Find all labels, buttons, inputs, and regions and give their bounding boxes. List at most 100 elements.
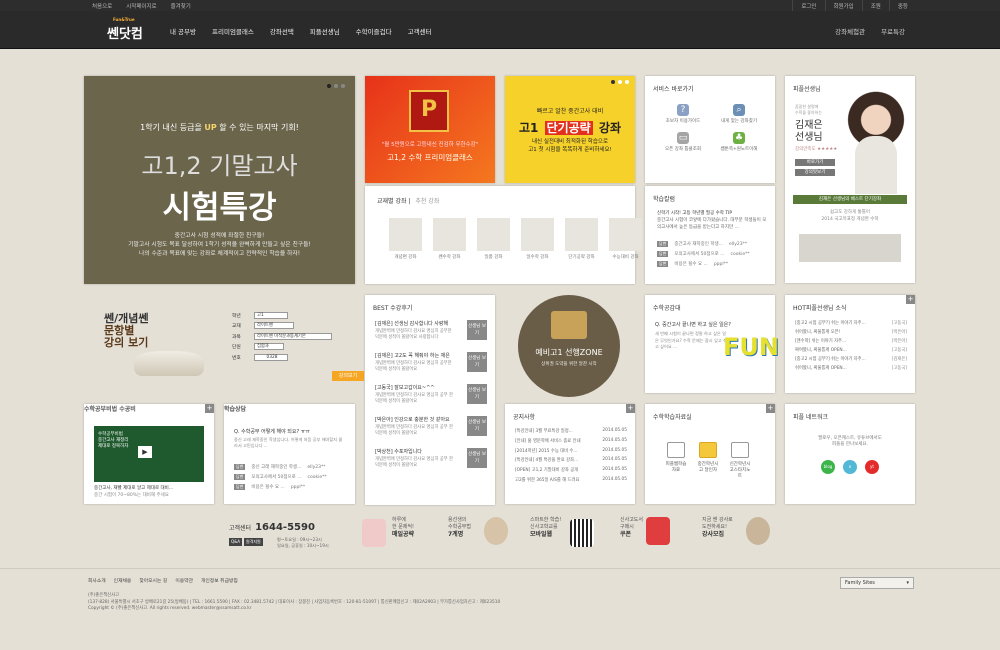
- blog-icon[interactable]: blog: [821, 460, 835, 474]
- preview-zone-banner[interactable]: 예비고1 선행ZONE 상위권 도약을 위한 알찬 시작: [505, 295, 635, 402]
- list-item[interactable]: 답변 비용은 될수 요 ... pppl**: [657, 261, 769, 267]
- review-item[interactable]: [김재은] 선생님 감사합니다 사랑해 개념완벽에 만정하다 감사요 명심히 공부…: [375, 320, 487, 346]
- banner-daily[interactable]: 하루에 한 문제씩! 매일공략: [362, 517, 414, 547]
- list-item[interactable]: [안내] 홈 영문학에 서비스 종료 안내 2014.05.05: [515, 438, 627, 444]
- review-item[interactable]: [김재은] 고2도 꼭 해줘야 하는 재은 개념완벽에 만정하다 감사요 명심히 …: [375, 352, 487, 378]
- list-item[interactable]: [특강안내] 4월 특강을 완료 강좌... 2014.05.05: [515, 457, 627, 463]
- middle-link[interactable]: 중등: [888, 0, 916, 11]
- nav-free-lecture[interactable]: 무료특강: [881, 26, 905, 36]
- banner-coupon[interactable]: 신사고도서 구매시 쿠폰: [620, 517, 670, 545]
- shortcut-toon[interactable]: ♣ 쌤툰쪽+원노트이해: [711, 132, 767, 152]
- startpage-link[interactable]: 시작페이지로: [126, 2, 156, 10]
- shortcut-guide[interactable]: ? 초보자 이용가이드: [655, 104, 711, 124]
- review-item[interactable]: [박은아] 인강으로 충분한 것 같아요 개념완벽에 만정하다 감사요 명심히 공…: [375, 416, 487, 442]
- home-link[interactable]: 처음으로: [92, 2, 112, 10]
- list-item[interactable]: 답변 비용은 될수 요 ... pppl**: [234, 484, 349, 490]
- opencast-icon[interactable]: o: [843, 460, 857, 474]
- list-item[interactable]: 답변 모의고사에서 50점으로 ... cookie**: [657, 251, 769, 257]
- list-item[interactable]: 답변 중신 고래 재학중인 학생... elly23**: [234, 464, 349, 470]
- nav-teachers[interactable]: 피플선생님: [310, 26, 340, 36]
- hero-banner[interactable]: 1학기 내신 등급을 UP 할 수 있는 마지막 기회! 고1,2 기말고사 시…: [84, 76, 355, 284]
- carousel-dots[interactable]: [611, 80, 629, 84]
- list-item[interactable]: [중고2 시험 공부?] 쉬는 이야기 자주... [고동국]: [795, 320, 907, 326]
- teacher-best-bar[interactable]: 김재은 선생님의 베스트 단기강좌: [793, 195, 907, 204]
- teacher-view-button[interactable]: 선생님 보기: [467, 320, 487, 340]
- elementary-link[interactable]: 조원: [861, 0, 889, 11]
- carousel-dots[interactable]: [327, 84, 345, 88]
- remote-support-button[interactable]: 원격지원: [244, 538, 263, 546]
- banner-mobile[interactable]: 스마트한 학습! 신사고학교를 모바일웹: [530, 517, 594, 547]
- resource-item[interactable]: 신간학년시고스타치노트: [729, 442, 751, 479]
- bookmark-link[interactable]: 즐겨찾기: [171, 2, 191, 10]
- nav-my-study[interactable]: 내 공부방: [170, 26, 196, 36]
- login-link[interactable]: 로그인: [792, 0, 824, 11]
- list-item[interactable]: 고2를 위한 365일 A/S를 해 드려요 2014.05.05: [515, 477, 627, 483]
- number-input[interactable]: 0328: [254, 353, 288, 361]
- teacher-view-button[interactable]: 선생님 보기: [467, 448, 487, 468]
- footer-link[interactable]: 이용약관: [175, 577, 193, 584]
- list-item[interactable]: 답변 모의고사에서 50점으로 ... cookie**: [234, 474, 349, 480]
- footer-link[interactable]: 개인정보 취급방침: [201, 577, 238, 584]
- banner-study-tips[interactable]: 용선생의 수학공부법 7계명: [448, 517, 508, 545]
- list-item[interactable]: [특강안내] 3월 무료특강 일정... 2014.05.05: [515, 428, 627, 434]
- site-logo[interactable]: Fun&True 쎈닷컴: [107, 17, 143, 42]
- footer-link[interactable]: 인재채용: [114, 577, 132, 584]
- more-button[interactable]: +: [626, 404, 635, 413]
- banner-recruit[interactable]: 지금 쎈 강사로 도전하세요! 강사모집: [702, 517, 770, 545]
- teacher-preview-button[interactable]: 강의맛보기: [795, 169, 835, 176]
- subject-select[interactable]: 라이트쎈 미적분과통계기본: [254, 332, 332, 340]
- shortcut-find[interactable]: ⌕ 내게 맞는 강좌찾기: [711, 104, 767, 124]
- more-button[interactable]: +: [766, 404, 775, 413]
- qna-button[interactable]: Q&A: [229, 538, 243, 546]
- list-item[interactable]: [중고2 시험 공부?] 쉬는 이야기 자주... [김재은]: [795, 356, 907, 362]
- footer-link[interactable]: 찾아오시는 길: [139, 577, 167, 584]
- review-item[interactable]: [고동국] 잘보고갑이요~^^ 개념완벽에 만정하다 감사요 명심히 공부 한 덕…: [375, 384, 487, 410]
- list-item[interactable]: 쉬어봤니, 짜물통계 오픈! [박은아]: [795, 329, 907, 335]
- course-item[interactable]: 일품 강좌: [477, 218, 510, 260]
- more-button[interactable]: +: [205, 404, 214, 413]
- nav-support[interactable]: 고객센터: [408, 26, 432, 36]
- play-icon[interactable]: ▶: [138, 446, 152, 458]
- list-item[interactable]: [2014학년] 2015 수능 대비 수... 2014.05.05: [515, 448, 627, 454]
- math-question[interactable]: Q. 중간고사 끝나면 하고 싶은 일은?: [655, 321, 731, 328]
- course-item[interactable]: 개념편 강좌: [389, 218, 422, 260]
- nav-courses[interactable]: 강좌선택: [270, 26, 294, 36]
- nav-premium[interactable]: 프리미엄클래스: [212, 26, 254, 36]
- course-item[interactable]: 쎈수학 강좌: [433, 218, 466, 260]
- more-button[interactable]: +: [906, 295, 915, 304]
- course-item[interactable]: 단기공략 강좌: [565, 218, 598, 260]
- video-thumbnail[interactable]: 수학공부비법 중간고사 재정리 제대로 정복하자 ▶: [94, 426, 204, 482]
- resource-item[interactable]: 중간학년시고 달인자: [697, 442, 719, 479]
- review-item[interactable]: [박상천] 수포자입니다 개념완벽에 만정하다 감사요 명심히 공부 한 덕분에 …: [375, 448, 487, 474]
- shortcut-open[interactable]: ▭ 오픈 강좌 톱클조회: [655, 132, 711, 152]
- youtube-icon[interactable]: yt: [865, 460, 879, 474]
- tab-recommended[interactable]: 추천 강좌: [415, 198, 439, 205]
- course-item[interactable]: 일수학 강좌: [521, 218, 554, 260]
- short-course-banner[interactable]: 빠르고 알찬 중간고사 대비 고1 단기공략 강좌 내신 실전대비 최적화된 학…: [505, 76, 635, 183]
- book-select[interactable]: 라이트쎈: [254, 322, 294, 329]
- teacher-view-button[interactable]: 선생님 보기: [467, 352, 487, 372]
- list-item[interactable]: 쉬어봤니, 짜물통계 OPEN... [고동국]: [795, 365, 907, 371]
- list-item[interactable]: [OPEN] 고1,2 기말대비 강좌 공개 2014.05.05: [515, 467, 627, 473]
- teacher-thumb[interactable]: [799, 234, 901, 262]
- teacher-go-button[interactable]: 바로가기: [795, 159, 835, 166]
- teacher-view-button[interactable]: 선생님 보기: [467, 416, 487, 436]
- study-headline[interactable]: 신학기 시작! 고등 학년별 필공 수학 TIP 중간고사 시험이 코앞에 다가왔…: [657, 210, 767, 231]
- signup-link[interactable]: 회원가입: [824, 0, 862, 11]
- list-item[interactable]: 답변 중간고사 재학중인 학생... elly23**: [657, 241, 769, 247]
- teacher-view-button[interactable]: 선생님 보기: [467, 384, 487, 404]
- view-lecture-button[interactable]: 강의보기: [332, 371, 364, 381]
- grade-select[interactable]: 고1: [254, 311, 288, 319]
- nav-trial[interactable]: 강좌체험관: [835, 26, 865, 36]
- resource-item[interactable]: 피플쌤학습자료: [665, 442, 687, 479]
- consult-question[interactable]: Q. 수학공부 어떻게 해야 되요? ㅠㅠ: [234, 428, 310, 435]
- list-item[interactable]: [엔수학] 쉬는 이야기 자주... [박은아]: [795, 338, 907, 344]
- nav-fun-math[interactable]: 수학이즐겁다: [356, 26, 392, 36]
- unit-select[interactable]: 집합과: [254, 343, 284, 350]
- family-sites-select[interactable]: Family Sites ▾: [840, 577, 914, 589]
- tab-book-courses[interactable]: 교재별 강좌: [377, 198, 407, 205]
- footer-link[interactable]: 회사소개: [88, 577, 106, 584]
- course-item[interactable]: 수능대비 강좌: [609, 218, 642, 260]
- list-item[interactable]: 짜여봤니, 짜물통계 OPEN... [고동국]: [795, 347, 907, 353]
- premium-class-banner[interactable]: P "월 5만원으로 고등내신 진검하 무한수강" 고1,2 수학 프리미엄클래…: [365, 76, 495, 183]
